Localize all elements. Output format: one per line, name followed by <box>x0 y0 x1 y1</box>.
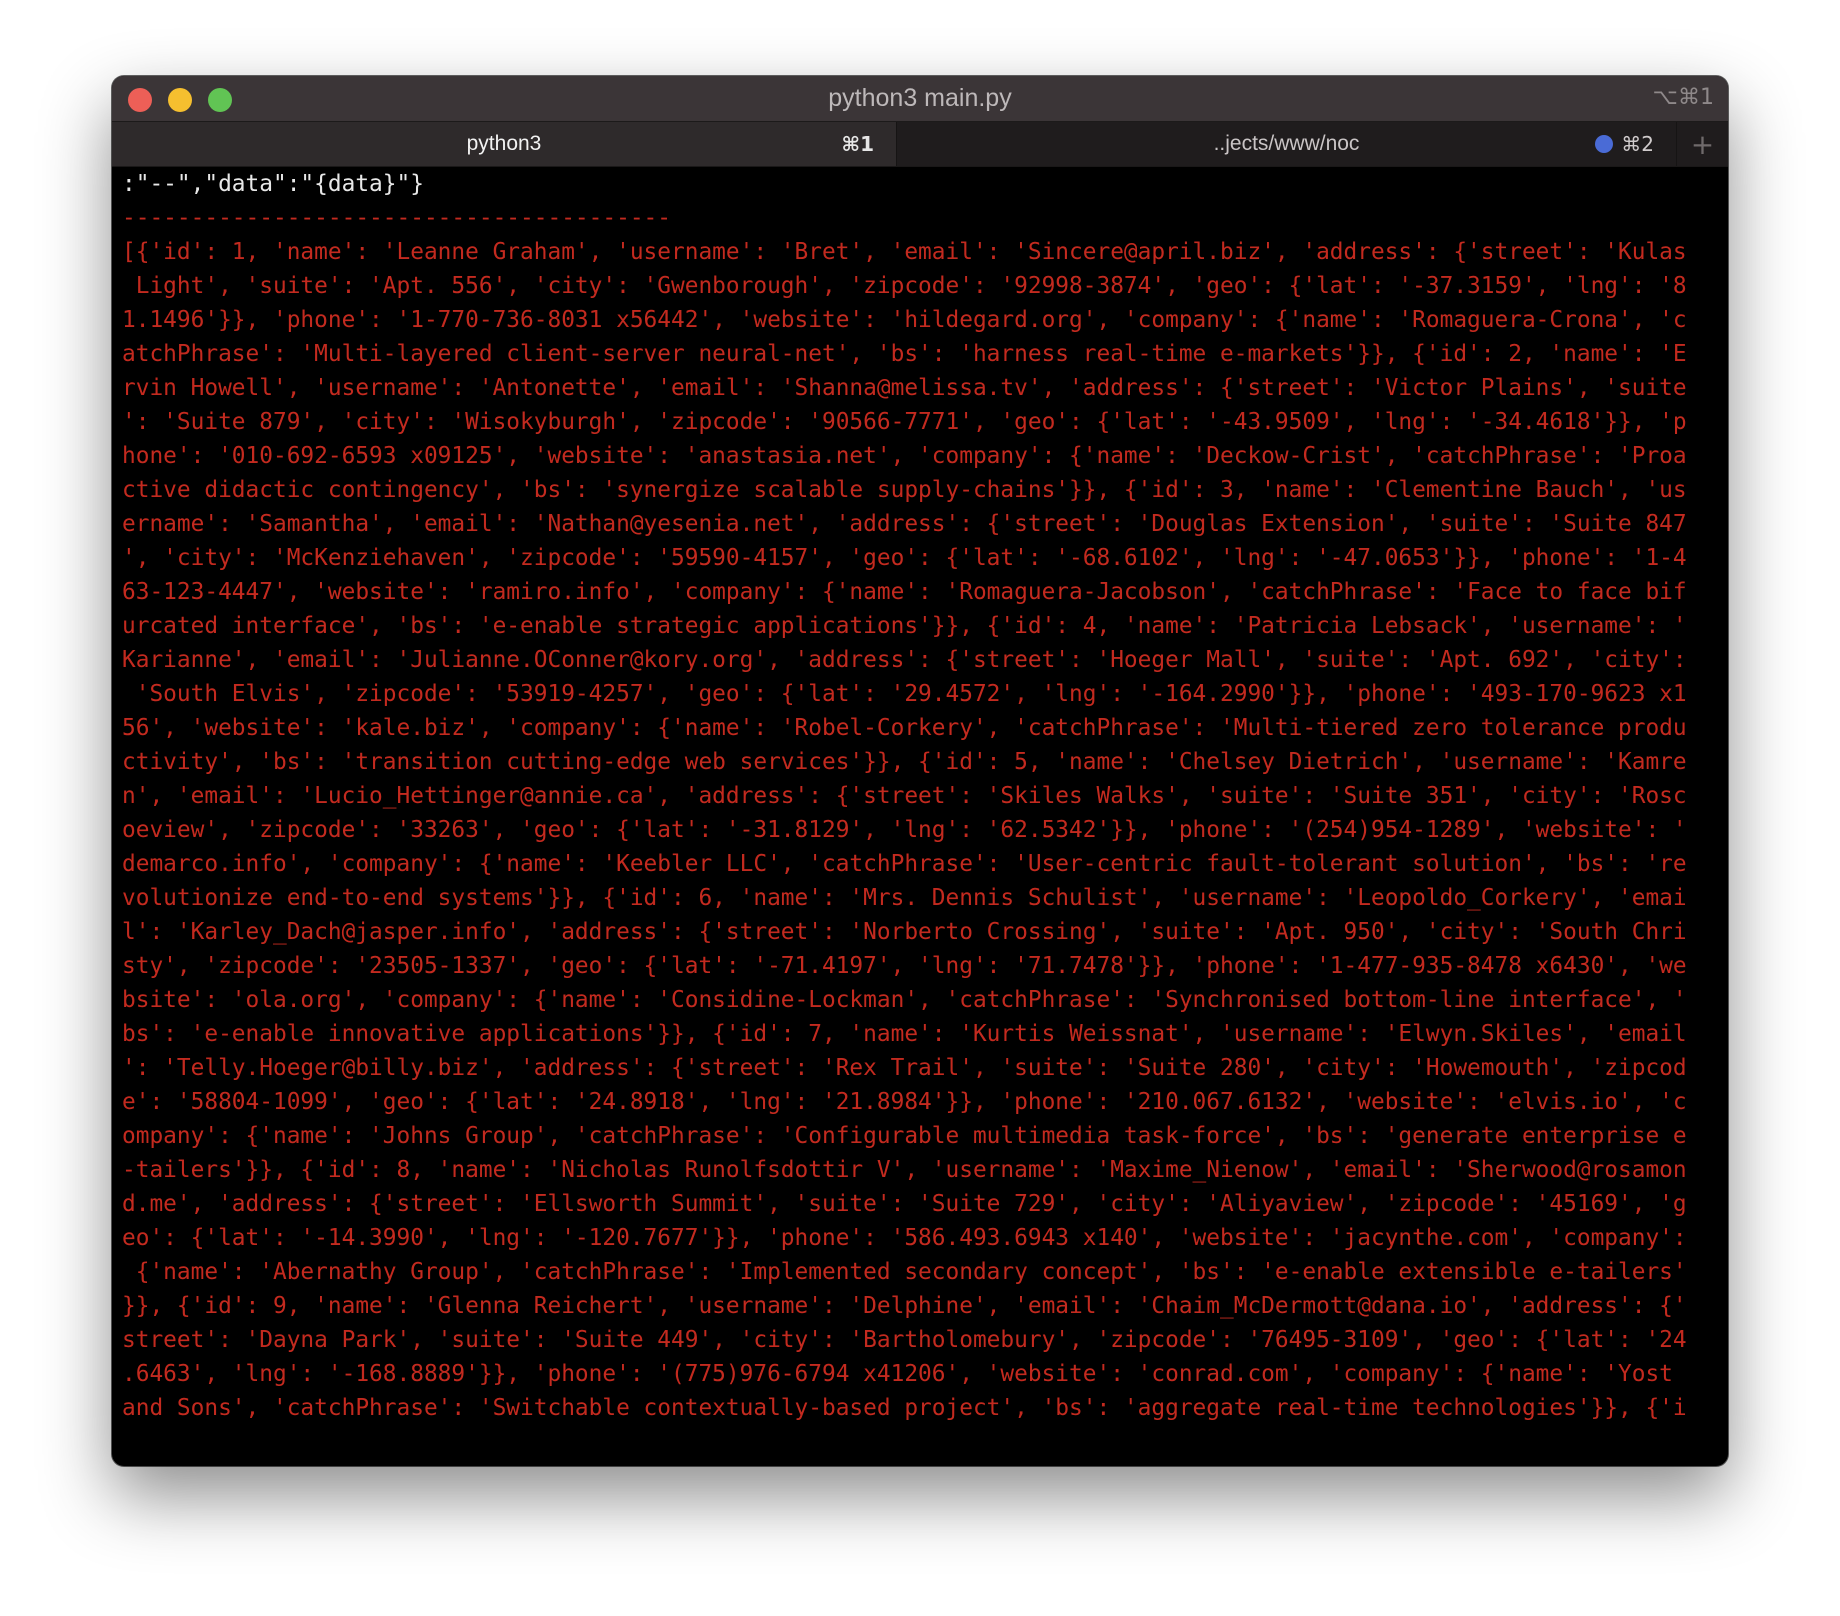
new-tab-button[interactable]: + <box>1677 122 1728 166</box>
terminal-line: 56', 'website': 'kale.biz', 'company': {… <box>122 715 1687 741</box>
tab-label: python3 <box>466 132 542 155</box>
title-bar[interactable]: python3 main.py ⌥⌘1 <box>112 76 1728 121</box>
terminal-line: atchPhrase': 'Multi-layered client-serve… <box>122 341 1687 367</box>
terminal-line: 'South Elvis', 'zipcode': '53919-4257', … <box>122 681 1687 707</box>
terminal-line: street': 'Dayna Park', 'suite': 'Suite 4… <box>122 1327 1687 1353</box>
tab-shortcut: ⌘2 <box>1595 132 1654 156</box>
terminal-line: }}, {'id': 9, 'name': 'Glenna Reichert',… <box>122 1293 1687 1319</box>
terminal-line: demarco.info', 'company': {'name': 'Keeb… <box>122 851 1687 877</box>
terminal-line: ername': 'Samantha', 'email': 'Nathan@ye… <box>122 511 1687 537</box>
terminal-line: urcated interface', 'bs': 'e-enable stra… <box>122 613 1687 639</box>
terminal-line: volutionize end-to-end systems'}}, {'id'… <box>122 885 1687 911</box>
terminal-line: ': 'Suite 879', 'city': 'Wisokyburgh', '… <box>122 409 1687 435</box>
terminal-line: {'name': 'Abernathy Group', 'catchPhrase… <box>122 1259 1687 1285</box>
plus-icon: + <box>1690 127 1715 161</box>
terminal-line: and Sons', 'catchPhrase': 'Switchable co… <box>122 1395 1687 1421</box>
close-button[interactable] <box>128 88 152 112</box>
tab-python3[interactable]: python3 ⌘1 <box>112 122 897 166</box>
terminal-line: oeview', 'zipcode': '33263', 'geo': {'la… <box>122 817 1687 843</box>
terminal-line: 63-123-4447', 'website': 'ramiro.info', … <box>122 579 1687 605</box>
terminal-line: :"--","data":"{data}"} <box>122 171 424 197</box>
terminal-line: ompany': {'name': 'Johns Group', 'catchP… <box>122 1123 1687 1149</box>
terminal-line: hone': '010-692-6593 x09125', 'website':… <box>122 443 1687 469</box>
terminal-line: bsite': 'ola.org', 'company': {'name': '… <box>122 987 1687 1013</box>
terminal-line: ': 'Telly.Hoeger@billy.biz', 'address': … <box>122 1055 1687 1081</box>
separator-line: ---------------------------------------- <box>122 205 671 231</box>
terminal-line: d.me', 'address': {'street': 'Ellsworth … <box>122 1191 1687 1217</box>
terminal-line: 1.1496'}}, 'phone': '1-770-736-8031 x564… <box>122 307 1687 333</box>
terminal-line: .6463', 'lng': '-168.8889'}}, 'phone': '… <box>122 1361 1687 1387</box>
tab-projects-www-noc[interactable]: ..jects/www/noc ⌘2 <box>897 122 1677 166</box>
terminal-output[interactable]: :"--","data":"{data}"} -----------------… <box>122 167 1720 1466</box>
terminal-line: Light', 'suite': 'Apt. 556', 'city': 'Gw… <box>122 273 1687 299</box>
terminal-window: python3 main.py ⌥⌘1 python3 ⌘1 ..jects/w… <box>112 76 1728 1466</box>
terminal-line: bs': 'e-enable innovative applications'}… <box>122 1021 1687 1047</box>
terminal-line: rvin Howell', 'username': 'Antonette', '… <box>122 375 1687 401</box>
window-controls <box>128 88 232 112</box>
window-shortcut: ⌥⌘1 <box>1652 85 1714 110</box>
minimize-button[interactable] <box>168 88 192 112</box>
terminal-line: sty', 'zipcode': '23505-1337', 'geo': {'… <box>122 953 1687 979</box>
terminal-line: -tailers'}}, {'id': 8, 'name': 'Nicholas… <box>122 1157 1687 1183</box>
terminal-line: n', 'email': 'Lucio_Hettinger@annie.ca',… <box>122 783 1687 809</box>
maximize-button[interactable] <box>208 88 232 112</box>
activity-indicator-icon <box>1595 135 1614 153</box>
tab-label: ..jects/www/noc <box>1213 132 1360 155</box>
tab-shortcut: ⌘1 <box>841 132 874 156</box>
terminal-line: e': '58804-1099', 'geo': {'lat': '24.891… <box>122 1089 1687 1115</box>
terminal-line: Karianne', 'email': 'Julianne.OConner@ko… <box>122 647 1687 673</box>
terminal-line: ctive didactic contingency', 'bs': 'syne… <box>122 477 1687 503</box>
tab-bar: python3 ⌘1 ..jects/www/noc ⌘2 + <box>112 121 1728 167</box>
terminal-line: ctivity', 'bs': 'transition cutting-edge… <box>122 749 1687 775</box>
terminal-line: [{'id': 1, 'name': 'Leanne Graham', 'use… <box>122 239 1687 265</box>
terminal-line: ', 'city': 'McKenziehaven', 'zipcode': '… <box>122 545 1687 571</box>
terminal-line: eo': {'lat': '-14.3990', 'lng': '-120.76… <box>122 1225 1687 1251</box>
terminal-line: l': 'Karley_Dach@jasper.info', 'address'… <box>122 919 1687 945</box>
window-title: python3 main.py <box>828 84 1012 112</box>
